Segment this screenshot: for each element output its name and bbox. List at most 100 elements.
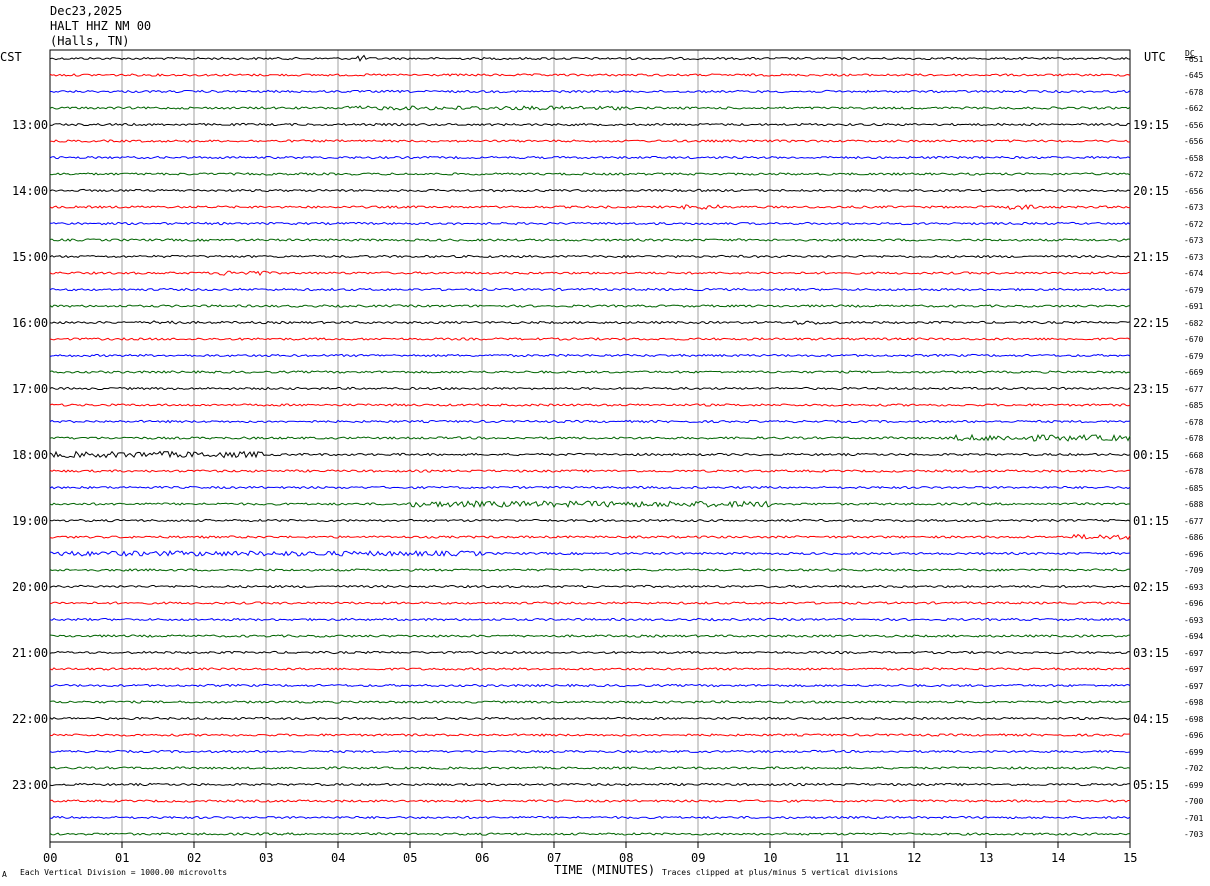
dc-offset-label: -678 — [1184, 467, 1204, 476]
x-tick-label: 13 — [979, 851, 994, 865]
plot-frame — [49, 49, 1131, 843]
dc-offset-label: -656 — [1184, 186, 1204, 196]
trace-row-21 — [49, 386, 1131, 391]
dc-offset-label: -700 — [1184, 797, 1204, 806]
trace-row-36 — [49, 634, 1131, 638]
trace-row-40 — [49, 700, 1131, 704]
scale-note: Each Vertical Division = 1000.00 microvo… — [20, 868, 228, 877]
x-tick-label: 10 — [763, 851, 778, 865]
dc-offset-label: -699 — [1184, 747, 1204, 757]
cst-hour-label: 17:00 — [12, 381, 49, 396]
x-tick-label: 14 — [1051, 851, 1066, 865]
dc-offset-label: -685 — [1184, 483, 1204, 493]
dc-offset-label: -669 — [1184, 368, 1204, 377]
dc-offset-label: -709 — [1184, 566, 1204, 575]
cst-hour-label: 22:00 — [12, 711, 49, 726]
dc-offset-label: -694 — [1184, 632, 1204, 641]
dc-offset-label: -697 — [1184, 648, 1204, 658]
trace-row-2 — [49, 73, 1131, 77]
x-axis-title: TIME (MINUTES) — [554, 863, 656, 877]
dc-offset-label: -674 — [1184, 269, 1204, 278]
dc-offset-label: -696 — [1184, 599, 1204, 608]
dc-offset-label: -696 — [1184, 731, 1204, 740]
trace-row-38 — [49, 667, 1131, 671]
utc-hour-label: 01:15 — [1133, 513, 1170, 528]
trace-row-39 — [49, 683, 1131, 688]
trace-row-27 — [49, 485, 1131, 490]
trace-row-3 — [49, 89, 1131, 94]
dc-offset-label: -673 — [1184, 236, 1204, 245]
dc-offset-label: -697 — [1184, 681, 1204, 691]
dc-offset-label: -702 — [1184, 764, 1204, 773]
dc-offset-label: -693 — [1184, 582, 1204, 592]
dc-offset-label: -688 — [1184, 500, 1204, 509]
trace-row-8 — [49, 172, 1131, 176]
helicorder-plot — [49, 49, 1131, 848]
dc-offset-label: -698 — [1184, 714, 1204, 724]
dc-offset-label: -677 — [1184, 384, 1204, 394]
dc-offset-label: -678 — [1184, 434, 1204, 443]
dc-offset-label: -703 — [1184, 830, 1204, 839]
dc-offset-label: -656 — [1184, 137, 1204, 146]
cst-hour-label: 16:00 — [12, 315, 49, 330]
dc-offset-label: -677 — [1184, 516, 1204, 526]
dc-offset-label: -656 — [1184, 120, 1204, 130]
trace-row-9 — [49, 188, 1131, 193]
utc-hour-label: 20:15 — [1133, 183, 1170, 198]
utc-hour-label: 23:15 — [1133, 381, 1170, 396]
dc-offset-label: -691 — [1184, 302, 1204, 311]
trace-row-4 — [49, 105, 1131, 111]
trace-row-48 — [49, 832, 1131, 836]
trace-row-26 — [49, 469, 1131, 473]
cst-hour-label: 19:00 — [12, 513, 49, 528]
dc-offset-label: -679 — [1184, 285, 1204, 295]
trace-row-45 — [49, 782, 1131, 787]
dc-offset-label: -658 — [1184, 153, 1204, 163]
trace-row-22 — [49, 403, 1131, 407]
trace-row-31 — [49, 549, 1131, 557]
cst-hour-label: 15:00 — [12, 249, 49, 264]
dc-offset-label: -685 — [1184, 401, 1204, 410]
trace-row-28 — [49, 500, 1131, 509]
cst-hour-label: 18:00 — [12, 447, 49, 462]
dc-offset-label: -697 — [1184, 665, 1204, 674]
x-tick-label: 06 — [475, 851, 490, 865]
trace-row-37 — [49, 650, 1131, 655]
dc-offset-label: -645 — [1184, 71, 1204, 80]
x-tick-label: 00 — [43, 851, 58, 865]
utc-hour-label: 03:15 — [1133, 645, 1170, 660]
x-tick-label: 11 — [835, 851, 850, 865]
clip-note: Traces clipped at plus/minus 5 vertical … — [662, 868, 899, 877]
dc-offset-label: -672 — [1184, 219, 1204, 229]
dc-offset-label: -668 — [1184, 450, 1204, 460]
trace-row-17 — [49, 320, 1131, 325]
dc-offset-label: -673 — [1184, 203, 1204, 212]
utc-hour-label: 22:15 — [1133, 315, 1170, 330]
dc-offset-label: -682 — [1184, 318, 1204, 328]
trace-row-5 — [49, 122, 1131, 127]
dc-offset-label: -672 — [1184, 170, 1204, 179]
utc-hour-label: 21:15 — [1133, 249, 1170, 264]
trace-row-29 — [49, 518, 1131, 523]
trace-row-13 — [49, 254, 1131, 259]
trace-row-41 — [49, 716, 1131, 721]
dc-offset-label: -679 — [1184, 351, 1204, 361]
x-tick-label: 09 — [691, 851, 706, 865]
dc-offset-label: -673 — [1184, 252, 1204, 262]
utc-hour-label: 19:15 — [1133, 117, 1170, 132]
trace-row-47 — [49, 815, 1131, 820]
trace-row-12 — [49, 238, 1131, 242]
dc-offset-label: -651 — [1184, 54, 1204, 64]
dc-offset-label: -670 — [1184, 335, 1204, 344]
cst-hour-label: 14:00 — [12, 183, 49, 198]
trace-row-16 — [49, 304, 1131, 308]
x-tick-label: 02 — [187, 851, 202, 865]
dc-offset-label: -678 — [1184, 417, 1204, 427]
cst-hour-label: 21:00 — [12, 645, 49, 660]
trace-row-11 — [49, 221, 1131, 226]
trace-row-24 — [49, 433, 1131, 442]
utc-hour-label: 04:15 — [1133, 711, 1170, 726]
utc-hour-label: 00:15 — [1133, 447, 1170, 462]
trace-row-46 — [49, 799, 1130, 803]
trace-row-23 — [49, 419, 1131, 424]
